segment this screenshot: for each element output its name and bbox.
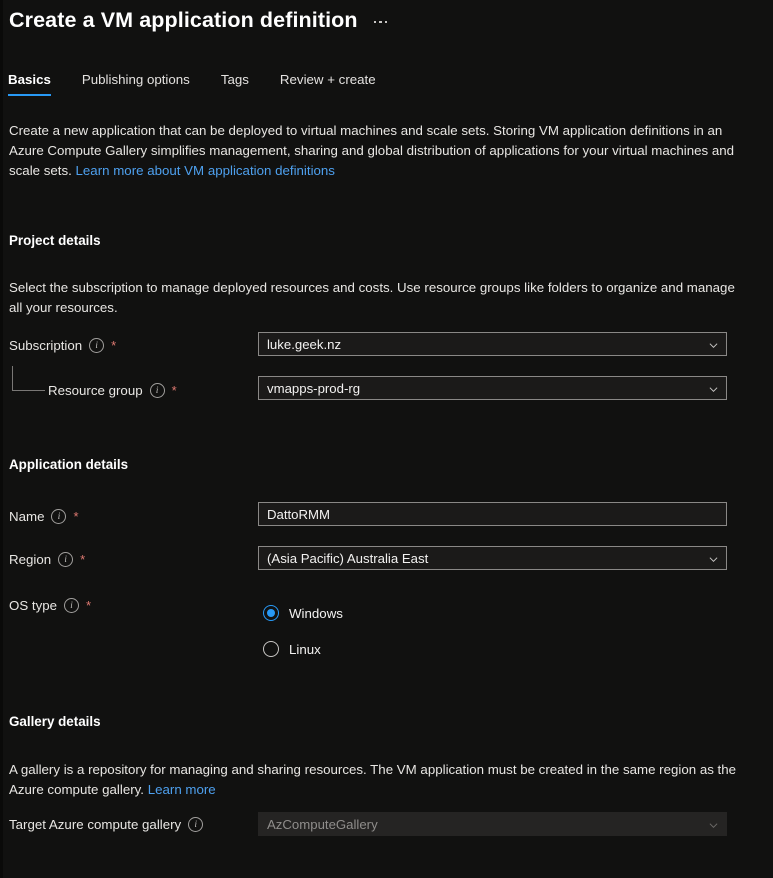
os-type-option-label: Windows [289, 605, 343, 621]
info-icon[interactable]: i [64, 598, 80, 613]
required-asterisk: * [86, 597, 92, 613]
ellipsis-dot [379, 20, 382, 24]
radio-indicator[interactable] [263, 605, 279, 621]
section-heading-gallery-details: Gallery details [9, 714, 101, 729]
required-asterisk: * [111, 337, 117, 353]
tab-publishing-options[interactable]: Publishing options [82, 72, 190, 96]
section-heading-project-details: Project details [9, 233, 101, 248]
subscription-dropdown[interactable]: luke.geek.nz [258, 332, 727, 356]
info-icon[interactable]: i [89, 338, 105, 353]
learn-more-vm-application-definitions-link[interactable]: Learn more about VM application definiti… [76, 163, 335, 178]
subscription-label-text: Subscription [9, 338, 83, 353]
resource-group-label-text: Resource group [48, 383, 143, 398]
region-label-text: Region [9, 552, 52, 567]
blade-content: Create a VM application definition Basic… [0, 0, 773, 878]
os-type-radio-windows[interactable]: Windows [263, 605, 343, 621]
radio-indicator[interactable] [263, 641, 279, 657]
required-asterisk: * [80, 551, 86, 567]
gallery-details-description: A gallery is a repository for managing a… [9, 760, 741, 800]
target-gallery-label-text: Target Azure compute gallery [9, 817, 182, 832]
subscription-label: Subscription i * [9, 338, 116, 353]
intro-description: Create a new application that can be dep… [9, 121, 741, 181]
azure-portal-blade: Create a VM application definition Basic… [0, 0, 773, 878]
info-icon[interactable]: i [188, 817, 204, 832]
info-icon[interactable]: i [51, 509, 67, 524]
resource-group-tree-connector [12, 366, 45, 391]
os-type-radio-linux[interactable]: Linux [263, 641, 321, 657]
region-label: Region i * [9, 552, 85, 567]
target-gallery-label: Target Azure compute gallery i [9, 817, 204, 832]
region-dropdown-wrap: (Asia Pacific) Australia East [258, 546, 727, 570]
target-gallery-dropdown[interactable]: AzComputeGallery [258, 812, 727, 836]
info-icon[interactable]: i [58, 552, 74, 567]
name-label-text: Name [9, 509, 45, 524]
tab-basics[interactable]: Basics [8, 72, 51, 96]
ellipsis-dot [384, 20, 388, 24]
region-dropdown[interactable]: (Asia Pacific) Australia East [258, 546, 727, 570]
resource-group-label: Resource group i * [48, 383, 177, 398]
subscription-dropdown-wrap: luke.geek.nz [258, 332, 727, 356]
os-type-option-label: Linux [289, 641, 321, 657]
name-label: Name i * [9, 509, 79, 524]
name-input[interactable] [258, 502, 727, 526]
gallery-details-text: A gallery is a repository for managing a… [9, 762, 737, 797]
required-asterisk: * [73, 508, 79, 524]
tab-tags[interactable]: Tags [221, 72, 249, 96]
more-options-icon[interactable] [372, 15, 390, 30]
required-asterisk: * [171, 382, 177, 398]
ellipsis-dot [373, 20, 377, 24]
tab-review-create[interactable]: Review + create [280, 72, 376, 96]
os-type-label-text: OS type [9, 598, 58, 613]
learn-more-gallery-link[interactable]: Learn more [148, 782, 216, 797]
project-details-description: Select the subscription to manage deploy… [9, 280, 735, 315]
resource-group-dropdown-wrap: vmapps-prod-rg [258, 376, 727, 400]
os-type-label: OS type i * [9, 598, 91, 613]
target-gallery-dropdown-wrap: AzComputeGallery [258, 812, 727, 836]
page-title: Create a VM application definition [9, 8, 358, 32]
info-icon[interactable]: i [149, 383, 165, 398]
tab-bar: Basics Publishing options Tags Review + … [8, 72, 407, 96]
section-heading-application-details: Application details [9, 457, 129, 472]
blade-header: Create a VM application definition [9, 6, 389, 34]
resource-group-dropdown[interactable]: vmapps-prod-rg [258, 376, 727, 400]
